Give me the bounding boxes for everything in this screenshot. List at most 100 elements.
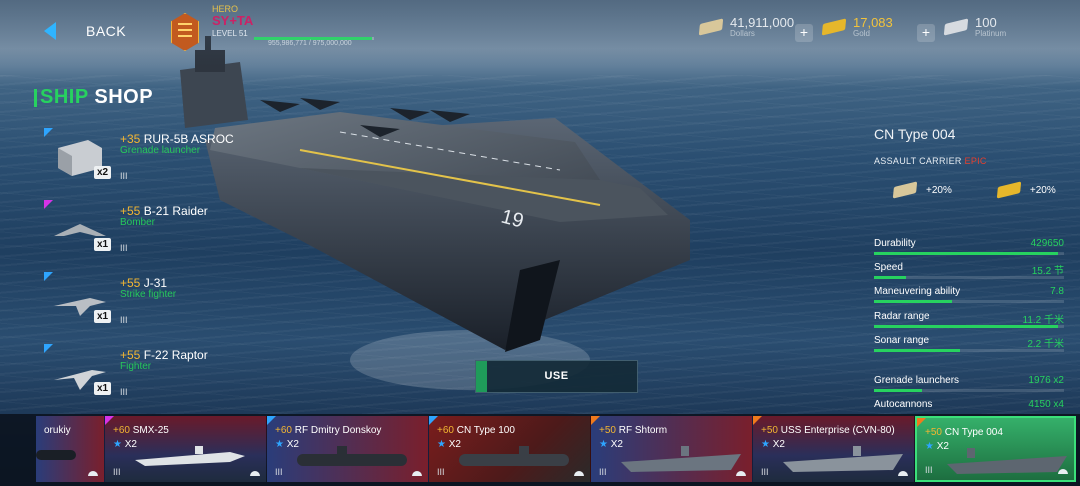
stat-grenade-launchers: Grenade launchers 1976 x2: [874, 375, 1068, 392]
fleet-card-name: +60 SMX-25: [113, 425, 169, 436]
fleet-card-count: ★ X2: [113, 439, 137, 450]
fleet-card-0[interactable]: orukiy: [36, 416, 105, 482]
star-icon: ★: [437, 439, 446, 450]
add-gold-button[interactable]: +: [917, 24, 935, 42]
rarity-label: EPIC: [964, 156, 987, 166]
stat-autocannons: Autocannons 4150 x4: [874, 399, 1064, 410]
submarine-icon: [135, 446, 245, 466]
add-dollars-button[interactable]: +: [795, 24, 813, 42]
dollars-value: 41,911,000: [730, 15, 795, 30]
rarity-corner: [591, 416, 600, 425]
platinum-value: 100: [975, 15, 997, 30]
rarity-corner: [917, 418, 926, 427]
shop-title-accent: SHIP: [40, 86, 89, 108]
star-icon: ★: [275, 439, 284, 450]
dollars-bonus: +20%: [926, 184, 952, 196]
fleet-card-tier: III: [761, 467, 769, 477]
shop-item-f22[interactable]: x1 III +55 F-22 Raptor Fighter: [44, 344, 244, 410]
fleet-card-2[interactable]: +60 RF Dmitry Donskoy ★ X2 III: [267, 416, 429, 482]
item-tier: III: [120, 243, 128, 253]
item-type: Grenade launcher: [120, 145, 201, 156]
item-tier: III: [120, 387, 128, 397]
fleet-card-3[interactable]: +60 CN Type 100 ★ X2 III: [429, 416, 591, 482]
item-count: x1: [94, 382, 112, 395]
fleet-card-tier: III: [599, 467, 607, 477]
ship-class: ASSAULT CARRIER EPIC: [874, 156, 987, 166]
gold-label: Gold: [853, 29, 870, 38]
currency-gold[interactable]: 17,083 Gold: [821, 15, 893, 38]
submarine-icon: [297, 446, 407, 466]
fleet-card-name: +60 CN Type 100: [437, 425, 515, 436]
item-title: +55 J-31: [120, 276, 168, 290]
shop-title-rest: SHOP: [94, 86, 154, 108]
fleet-card-tier: III: [437, 467, 445, 477]
use-button-label: USE: [544, 370, 569, 382]
item-title: +55 F-22 Raptor: [120, 348, 208, 362]
camera-icon: [88, 471, 98, 476]
camera-icon: [574, 471, 584, 476]
star-icon: ★: [599, 439, 608, 450]
shop-item-asroc[interactable]: x2 III +35 RUR-5B ASROC Grenade launcher: [44, 128, 244, 194]
shop-item-j31[interactable]: x1 III +55 J-31 Strike fighter: [44, 272, 244, 338]
stat-durability: Durability 429650: [874, 238, 1068, 255]
platinum-label: Platinum: [975, 29, 1007, 38]
rarity-corner: [429, 416, 438, 425]
stat-speed: Speed 15.2 节: [874, 262, 1064, 279]
item-count: x2: [94, 166, 112, 179]
fleet-card-tier: III: [113, 467, 121, 477]
player-level: LEVEL 51: [212, 29, 248, 38]
dollars-label: Dollars: [730, 29, 755, 38]
platinum-icon: [943, 18, 969, 36]
fleet-card-name: +60 RF Dmitry Donskoy: [275, 425, 382, 436]
back-button[interactable]: BACK: [44, 22, 126, 40]
fleet-card-name: +50 RF Shtorm: [599, 425, 668, 436]
star-icon: ★: [113, 439, 122, 450]
rarity-corner: [105, 416, 114, 425]
fleet-card-count: ★ X2: [761, 439, 785, 450]
star-icon: ★: [761, 439, 770, 450]
rarity-corner: [267, 416, 276, 425]
item-type: Bomber: [120, 217, 156, 228]
item-title: +35 RUR-5B ASROC: [120, 132, 234, 146]
rarity-corner: [753, 416, 762, 425]
fleet-card-tier: III: [925, 465, 933, 475]
carrier-icon: [947, 448, 1067, 474]
gold-value: 17,083: [853, 15, 893, 30]
stat-radar-range: Radar range 11.2 千米: [874, 311, 1064, 328]
fleet-card-5[interactable]: +50 USS Enterprise (CVN-80) ★ X2 III: [753, 416, 915, 482]
camera-icon: [412, 471, 422, 476]
fleet-card-count: ★ X2: [925, 441, 949, 452]
gold-bonus: +20%: [1029, 184, 1056, 196]
shop-item-b21[interactable]: x1 III +55 B-21 Raider Bomber: [44, 200, 244, 266]
ship-bonuses: +20% +20%: [874, 181, 1068, 199]
player-info[interactable]: HERO SY+TA LEVEL 51: [212, 4, 253, 38]
shop-title: SHIP SHOP: [33, 86, 154, 109]
fleet-card-name: +50 CN Type 004: [925, 427, 1003, 438]
stat-sonar-range: Sonar range 2.2 千米: [874, 335, 1064, 352]
item-count: x1: [94, 238, 112, 251]
currency-platinum[interactable]: 100 Platinum: [943, 15, 1007, 38]
camera-icon: [1058, 469, 1068, 474]
player-name: SY+TA: [212, 13, 254, 28]
gold-icon: [821, 18, 847, 36]
item-tier: III: [120, 171, 128, 181]
fleet-card-tier: III: [275, 467, 283, 477]
fleet-card-6-selected[interactable]: +50 CN Type 004 ★ X2 III: [915, 416, 1076, 482]
use-button[interactable]: USE: [475, 360, 638, 393]
stat-maneuvering: Maneuvering ability 7.8: [874, 286, 1068, 303]
camera-icon: [250, 471, 260, 476]
submarine-icon: [459, 446, 569, 466]
back-label: BACK: [86, 23, 127, 39]
fleet-card-name: +50 USS Enterprise (CVN-80): [761, 425, 895, 436]
fleet-card-1[interactable]: +60 SMX-25 ★ X2 III: [105, 416, 267, 482]
camera-icon: [898, 471, 908, 476]
fleet-card-4[interactable]: +50 RF Shtorm ★ X2 III: [591, 416, 753, 482]
fleet-card-name: orukiy: [44, 425, 71, 436]
carrier-icon: [783, 446, 903, 472]
ship-info-panel: CN Type 004 ASSAULT CARRIER EPIC +20% +2…: [874, 126, 1068, 199]
item-count: x1: [94, 310, 112, 323]
item-type: Fighter: [120, 361, 152, 372]
currency-dollars[interactable]: 41,911,000 Dollars: [698, 15, 795, 38]
fleet-card-count: ★ X2: [599, 439, 623, 450]
xp-text: 955,986,771 / 975,000,000: [268, 40, 352, 47]
